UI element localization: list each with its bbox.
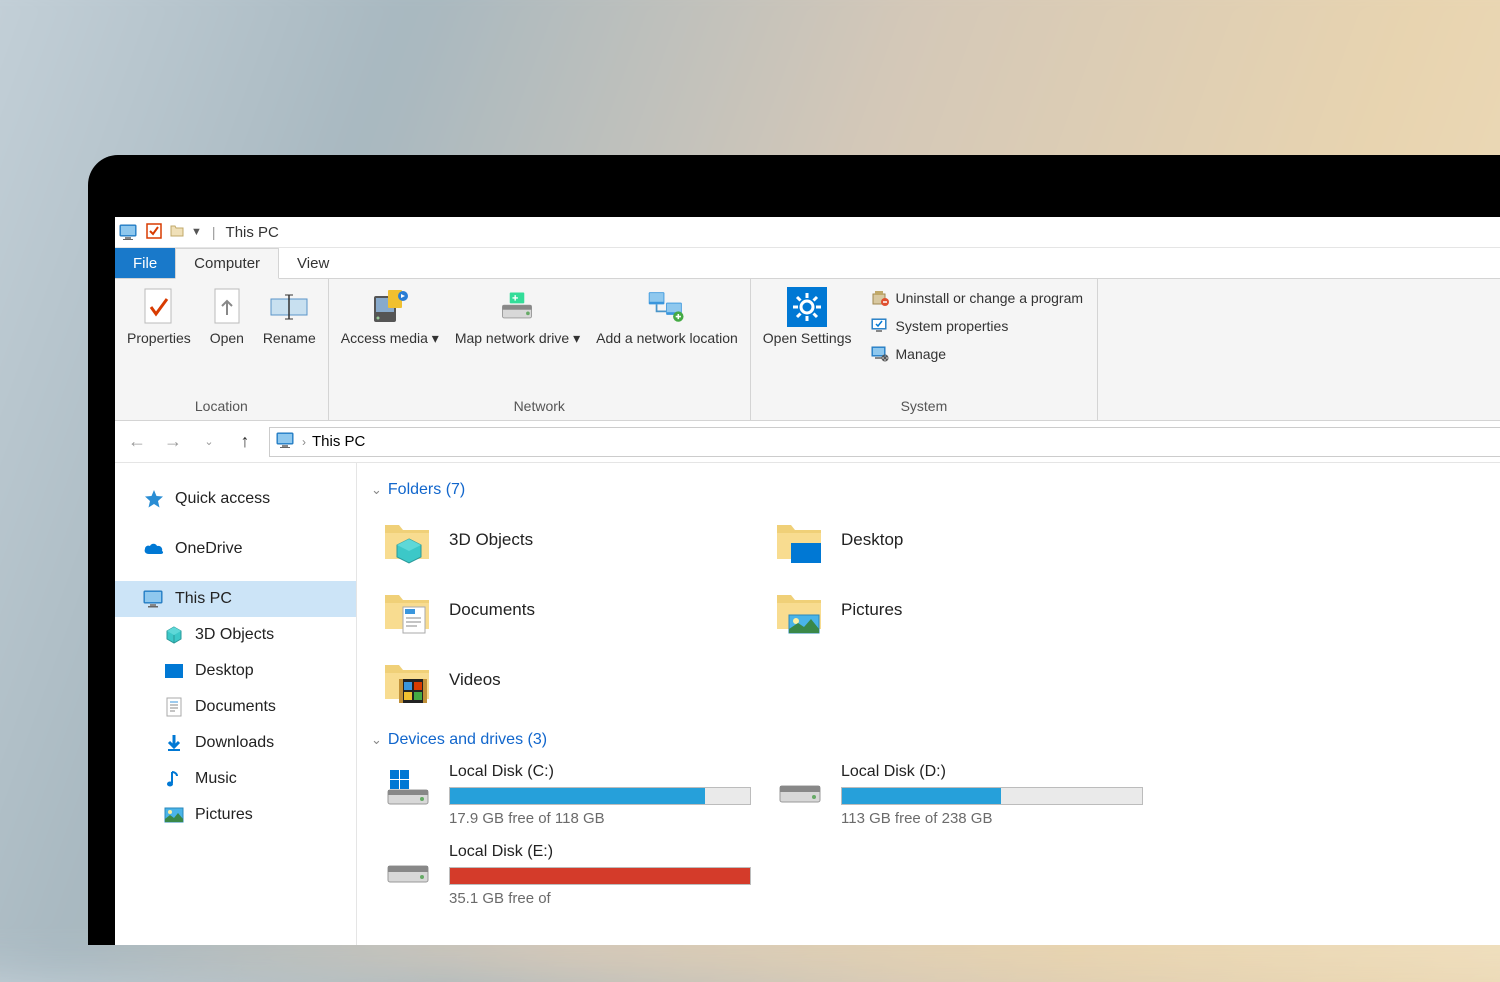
drive-label: Local Disk (D:): [841, 763, 1143, 781]
drive-icon: [381, 843, 435, 891]
chevron-down-icon: ⌄: [371, 732, 382, 748]
sidebar-pictures[interactable]: Pictures: [115, 797, 356, 833]
cube-icon: [163, 624, 185, 646]
drive-status-text: 113 GB free of 238 GB: [841, 810, 1143, 827]
drive-icon: [381, 763, 435, 811]
this-pc-icon: [143, 588, 165, 610]
add-network-location-icon: [647, 287, 687, 327]
drive-label: Local Disk (E:): [449, 843, 751, 861]
folder-videos[interactable]: Videos: [371, 647, 761, 713]
folders-grid: 3D Objects Desktop Documents: [371, 507, 1500, 713]
map-network-drive-button[interactable]: Map network drive ▾: [449, 283, 586, 351]
access-media-icon: [370, 287, 410, 327]
nav-forward-button[interactable]: →: [161, 430, 185, 454]
settings-gear-icon: [787, 287, 827, 327]
tab-file[interactable]: File: [115, 248, 175, 278]
tab-computer[interactable]: Computer: [175, 248, 279, 279]
drive-label: Local Disk (C:): [449, 763, 751, 781]
sidebar-desktop[interactable]: Desktop: [115, 653, 356, 689]
map-drive-icon: [497, 287, 537, 327]
star-icon: [143, 488, 165, 510]
sidebar-3d-objects[interactable]: 3D Objects: [115, 617, 356, 653]
drive-capacity-bar: [449, 787, 751, 805]
drive-status-text: 35.1 GB free of: [449, 890, 751, 907]
properties-button[interactable]: Properties: [121, 283, 197, 351]
folder-documents-icon: [381, 583, 435, 637]
ribbon-group-network: Access media ▾ Map network drive ▾ Add a…: [329, 279, 751, 420]
titlebar-separator: |: [212, 224, 216, 240]
this-pc-path-icon: [276, 432, 296, 451]
nav-back-button[interactable]: ←: [125, 430, 149, 454]
manage-button[interactable]: Manage: [866, 341, 1088, 367]
drive-capacity-bar: [841, 787, 1143, 805]
navigation-sidebar: Quick access OneDrive This PC 3D: [115, 463, 357, 945]
ribbon-tabs: File Computer View: [115, 248, 1500, 279]
access-media-button[interactable]: Access media ▾: [335, 283, 445, 351]
open-settings-button[interactable]: Open Settings: [757, 283, 858, 351]
rename-icon: [269, 287, 309, 327]
breadcrumb-this-pc[interactable]: This PC: [312, 433, 365, 450]
sidebar-onedrive[interactable]: OneDrive: [115, 531, 356, 567]
pictures-icon: [163, 804, 185, 826]
onedrive-cloud-icon: [143, 538, 165, 560]
new-folder-qat-icon[interactable]: [169, 223, 185, 242]
music-note-icon: [163, 768, 185, 790]
nav-up-button[interactable]: ↑: [233, 430, 257, 454]
folder-3d-objects[interactable]: 3D Objects: [371, 507, 761, 573]
drive-item[interactable]: Local Disk (E:) 35.1 GB free of: [371, 837, 761, 913]
folder-videos-icon: [381, 653, 435, 707]
folder-pictures[interactable]: Pictures: [763, 577, 1153, 643]
uninstall-icon: [870, 288, 890, 308]
drives-section-header[interactable]: ⌄ Devices and drives (3): [371, 723, 1500, 757]
address-path[interactable]: › This PC: [269, 427, 1500, 457]
folders-section-header[interactable]: ⌄ Folders (7): [371, 473, 1500, 507]
this-pc-system-icon: [119, 222, 139, 242]
folder-desktop-icon: [773, 513, 827, 567]
monitor-frame: ▼ | This PC File Computer View Propertie…: [88, 155, 1500, 945]
chevron-down-icon: ⌄: [371, 482, 382, 498]
nav-recent-dropdown[interactable]: ⌄: [197, 430, 221, 454]
manage-icon: [870, 344, 890, 364]
ribbon-group-system: Open Settings Uninstall or change a prog…: [751, 279, 1098, 420]
documents-icon: [163, 696, 185, 718]
ribbon: Properties Open Rename Location: [115, 279, 1500, 421]
drive-capacity-bar: [449, 867, 751, 885]
system-properties-button[interactable]: System properties: [866, 313, 1088, 339]
downloads-arrow-icon: [163, 732, 185, 754]
properties-icon: [139, 287, 179, 327]
desktop-icon: [163, 660, 185, 682]
folder-desktop[interactable]: Desktop: [763, 507, 1153, 573]
tab-view[interactable]: View: [279, 248, 347, 278]
sidebar-documents[interactable]: Documents: [115, 689, 356, 725]
qat-dropdown-icon[interactable]: ▼: [191, 226, 202, 238]
add-network-location-button[interactable]: Add a network location: [590, 283, 744, 351]
quick-access-toolbar: ▼: [145, 222, 202, 243]
sidebar-downloads[interactable]: Downloads: [115, 725, 356, 761]
folder-pictures-icon: [773, 583, 827, 637]
window-title: This PC: [226, 224, 279, 241]
drive-item[interactable]: Local Disk (C:) 17.9 GB free of 118 GB: [371, 757, 761, 833]
open-icon: [207, 287, 247, 327]
main-content: ⌄ Folders (7) 3D Objects Desktop: [357, 463, 1500, 945]
folder-3d-objects-icon: [381, 513, 435, 567]
drive-item[interactable]: Local Disk (D:) 113 GB free of 238 GB: [763, 757, 1153, 833]
drive-status-text: 17.9 GB free of 118 GB: [449, 810, 751, 827]
uninstall-program-button[interactable]: Uninstall or change a program: [866, 285, 1088, 311]
sidebar-this-pc[interactable]: This PC: [115, 581, 356, 617]
folder-documents[interactable]: Documents: [371, 577, 761, 643]
explorer-window: ▼ | This PC File Computer View Propertie…: [115, 217, 1500, 945]
open-button[interactable]: Open: [201, 283, 253, 351]
breadcrumb-separator: ›: [302, 435, 306, 449]
sidebar-music[interactable]: Music: [115, 761, 356, 797]
title-bar: ▼ | This PC: [115, 217, 1500, 248]
sidebar-quick-access[interactable]: Quick access: [115, 481, 356, 517]
properties-qat-icon[interactable]: [145, 222, 163, 243]
system-properties-icon: [870, 316, 890, 336]
drive-icon: [773, 763, 827, 811]
rename-button[interactable]: Rename: [257, 283, 322, 351]
address-bar: ← → ⌄ ↑ › This PC: [115, 421, 1500, 463]
ribbon-group-location: Properties Open Rename Location: [115, 279, 329, 420]
drives-grid: Local Disk (C:)17.9 GB free of 118 GBLoc…: [371, 757, 1500, 913]
